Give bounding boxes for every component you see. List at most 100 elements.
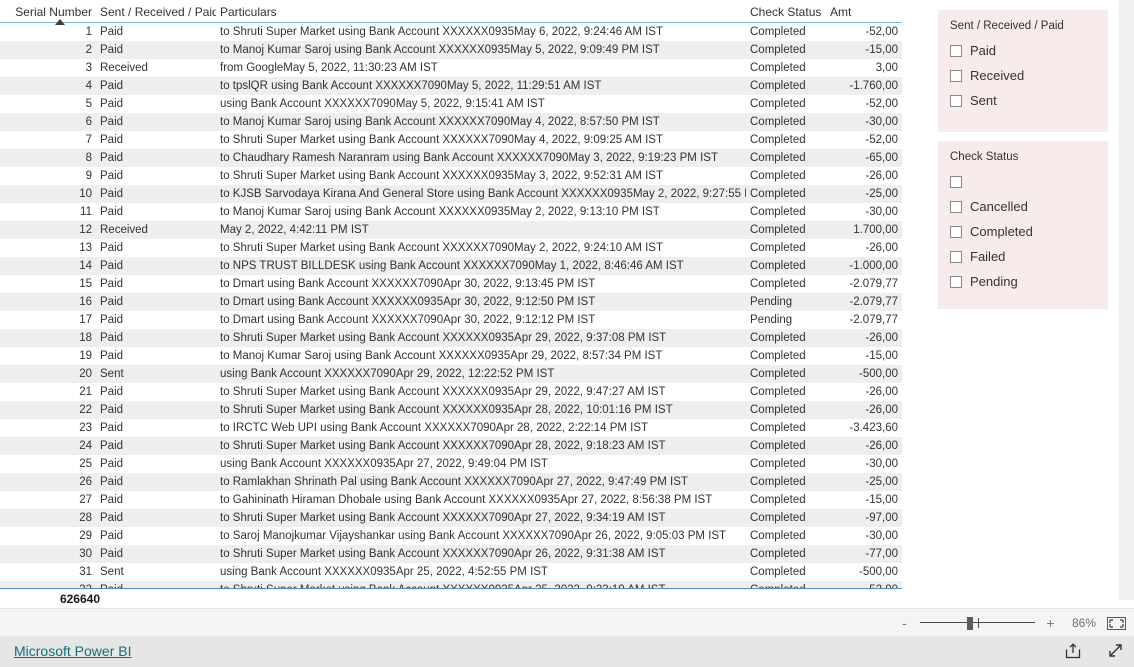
cell-srp: Received <box>96 59 216 77</box>
transactions-table-visual[interactable]: Serial Number Sent / Received / Paid Parti… <box>0 0 925 608</box>
table-row[interactable]: 5 Paid using Bank Account XXXXXX7090May 5,… <box>0 95 902 113</box>
column-header-amt[interactable]: Amt <box>826 0 902 23</box>
table-row[interactable]: 11 Paid to Manoj Kumar Saroj using Bank Ac… <box>0 203 902 221</box>
table-row[interactable]: 28 Paid to Shruti Super Market using Bank … <box>0 509 902 527</box>
zoom-out-button[interactable]: - <box>900 616 909 630</box>
table-row[interactable]: 30 Paid to Shruti Super Market using Bank … <box>0 545 902 563</box>
column-header-status[interactable]: Check Status <box>746 0 826 23</box>
cell-serial: 26 <box>0 473 96 491</box>
cell-serial: 18 <box>0 329 96 347</box>
zoom-slider-thumb[interactable] <box>967 617 973 630</box>
cell-part: to NPS TRUST BILLDESK using Bank Account… <box>216 257 746 275</box>
cell-srp: Paid <box>96 383 216 401</box>
table-row[interactable]: 4 Paid to tpslQR using Bank Account XXXXXX… <box>0 77 902 95</box>
microsoft-power-bi-link[interactable]: Microsoft Power BI <box>14 643 131 659</box>
cell-status: Completed <box>746 203 826 221</box>
table-row[interactable]: 23 Paid to IRCTC Web UPI using Bank Accoun… <box>0 419 902 437</box>
cell-part: using Bank Account XXXXXX0935Apr 25, 202… <box>216 563 746 581</box>
slicer-item[interactable]: Completed <box>950 219 1096 244</box>
zoom-slider-tick <box>978 618 979 628</box>
slicer-item[interactable] <box>950 169 1096 194</box>
table-row[interactable]: 2 Paid to Manoj Kumar Saroj using Bank Acc… <box>0 41 902 59</box>
checkbox-icon[interactable] <box>950 94 962 107</box>
table-row[interactable]: 31 Sent using Bank Account XXXXXX0935Apr 2… <box>0 563 902 581</box>
table-row[interactable]: 19 Paid to Manoj Kumar Saroj using Bank Ac… <box>0 347 902 365</box>
table-row[interactable]: 13 Paid to Shruti Super Market using Bank … <box>0 239 902 257</box>
slicer-item[interactable]: Pending <box>950 269 1096 294</box>
cell-amt: -500,00 <box>826 365 902 383</box>
checkbox-icon[interactable] <box>950 225 962 238</box>
table-row[interactable]: 6 Paid to Manoj Kumar Saroj using Bank Acc… <box>0 113 902 131</box>
checkbox-icon[interactable] <box>950 250 962 263</box>
cell-amt: -1.760,00 <box>826 77 902 95</box>
cell-amt: -2.079,77 <box>826 293 902 311</box>
slicer-item[interactable]: Failed <box>950 244 1096 269</box>
cell-srp: Paid <box>96 311 216 329</box>
table-row[interactable]: 15 Paid to Dmart using Bank Account XXXXXX… <box>0 275 902 293</box>
cell-srp: Paid <box>96 329 216 347</box>
table-row[interactable]: 16 Paid to Dmart using Bank Account XXXXXX… <box>0 293 902 311</box>
page-vertical-scrollbar[interactable] <box>1119 0 1134 600</box>
cell-status: Completed <box>746 383 826 401</box>
cell-serial: 1 <box>0 22 96 41</box>
column-header-srp[interactable]: Sent / Received / Paid <box>96 0 219 23</box>
slicer-item[interactable]: Sent <box>950 88 1096 113</box>
table-header-row: Serial Number Sent / Received / Paid Parti… <box>0 0 902 25</box>
table-row[interactable]: 22 Paid to Shruti Super Market using Bank … <box>0 401 902 419</box>
expand-fullscreen-icon[interactable] <box>1106 642 1125 665</box>
cell-srp: Sent <box>96 365 216 383</box>
table-row[interactable]: 20 Sent using Bank Account XXXXXX7090Apr 2… <box>0 365 902 383</box>
table-row[interactable]: 18 Paid to Shruti Super Market using Bank … <box>0 329 902 347</box>
slicer-item[interactable]: Paid <box>950 38 1096 63</box>
column-header-serial[interactable]: Serial Number <box>0 0 96 25</box>
cell-srp: Paid <box>96 22 216 41</box>
table-row[interactable]: 21 Paid to Shruti Super Market using Bank … <box>0 383 902 401</box>
slicer-item[interactable]: Cancelled <box>950 194 1096 219</box>
slicer-item-label: Paid <box>970 43 997 58</box>
cell-serial: 28 <box>0 509 96 527</box>
table-row[interactable]: 8 Paid to Chaudhary Ramesh Naranram using … <box>0 149 902 167</box>
checkbox-icon[interactable] <box>950 69 962 82</box>
cell-amt: -15,00 <box>826 347 902 365</box>
checkbox-icon[interactable] <box>950 200 962 213</box>
cell-serial: 23 <box>0 419 96 437</box>
share-icon[interactable] <box>1064 642 1083 665</box>
cell-status: Completed <box>746 563 826 581</box>
table-body: 1 Paid to Shruti Super Market using Bank A… <box>0 22 902 608</box>
table-row[interactable]: 3 Received from GoogleMay 5, 2022, 11:30:2… <box>0 59 902 77</box>
zoom-slider[interactable] <box>920 616 1035 630</box>
checkbox-icon[interactable] <box>950 275 962 288</box>
fit-to-page-icon[interactable] <box>1107 616 1126 630</box>
table-row[interactable]: 7 Paid to Shruti Super Market using Bank A… <box>0 131 902 149</box>
table-row[interactable]: 17 Paid to Dmart using Bank Account XXXXXX… <box>0 311 902 329</box>
table-vertical-scrollbar[interactable] <box>911 0 924 588</box>
table-row[interactable]: 1 Paid to Shruti Super Market using Bank A… <box>0 22 902 41</box>
slicer-sent-received-paid[interactable]: Sent / Received / Paid Paid Received Sent <box>938 10 1108 132</box>
table-row[interactable]: 9 Paid to Shruti Super Market using Bank A… <box>0 167 902 185</box>
slicer-item[interactable]: Received <box>950 63 1096 88</box>
table-row[interactable]: 12 Received May 2, 2022, 4:42:11 PM IST Com… <box>0 221 902 239</box>
table-row[interactable]: 10 Paid to KJSB Sarvodaya Kirana And Gener… <box>0 185 902 203</box>
checkbox-icon[interactable] <box>950 175 962 188</box>
table-row[interactable]: 25 Paid using Bank Account XXXXXX0935Apr 2… <box>0 455 902 473</box>
table-row[interactable]: 29 Paid to Saroj Manojkumar Vijayshankar u… <box>0 527 902 545</box>
cell-part: to Shruti Super Market using Bank Accoun… <box>216 22 746 41</box>
zoom-in-button[interactable]: + <box>1046 616 1055 630</box>
cell-part: using Bank Account XXXXXX7090Apr 29, 202… <box>216 365 746 383</box>
slicer-item-label: Sent <box>970 93 997 108</box>
column-header-label: Check Status <box>750 5 822 19</box>
cell-serial: 3 <box>0 59 96 77</box>
cell-amt: -15,00 <box>826 491 902 509</box>
table-row[interactable]: 26 Paid to Ramlakhan Shrinath Pal using Ba… <box>0 473 902 491</box>
checkbox-icon[interactable] <box>950 44 962 57</box>
slicer-item-label: Cancelled <box>970 199 1028 214</box>
slicer-check-status[interactable]: Check Status Cancelled Completed Failed Pen… <box>938 141 1108 309</box>
table-row[interactable]: 27 Paid to Gahininath Hiraman Dhobale usin… <box>0 491 902 509</box>
table-total-row: 626640 <box>0 588 902 608</box>
column-header-label: Serial Number <box>15 5 92 19</box>
column-header-part[interactable]: Particulars <box>216 0 746 23</box>
table-row[interactable]: 24 Paid to Shruti Super Market using Bank … <box>0 437 902 455</box>
cell-serial: 22 <box>0 401 96 419</box>
cell-srp: Paid <box>96 419 216 437</box>
table-row[interactable]: 14 Paid to NPS TRUST BILLDESK using Bank A… <box>0 257 902 275</box>
